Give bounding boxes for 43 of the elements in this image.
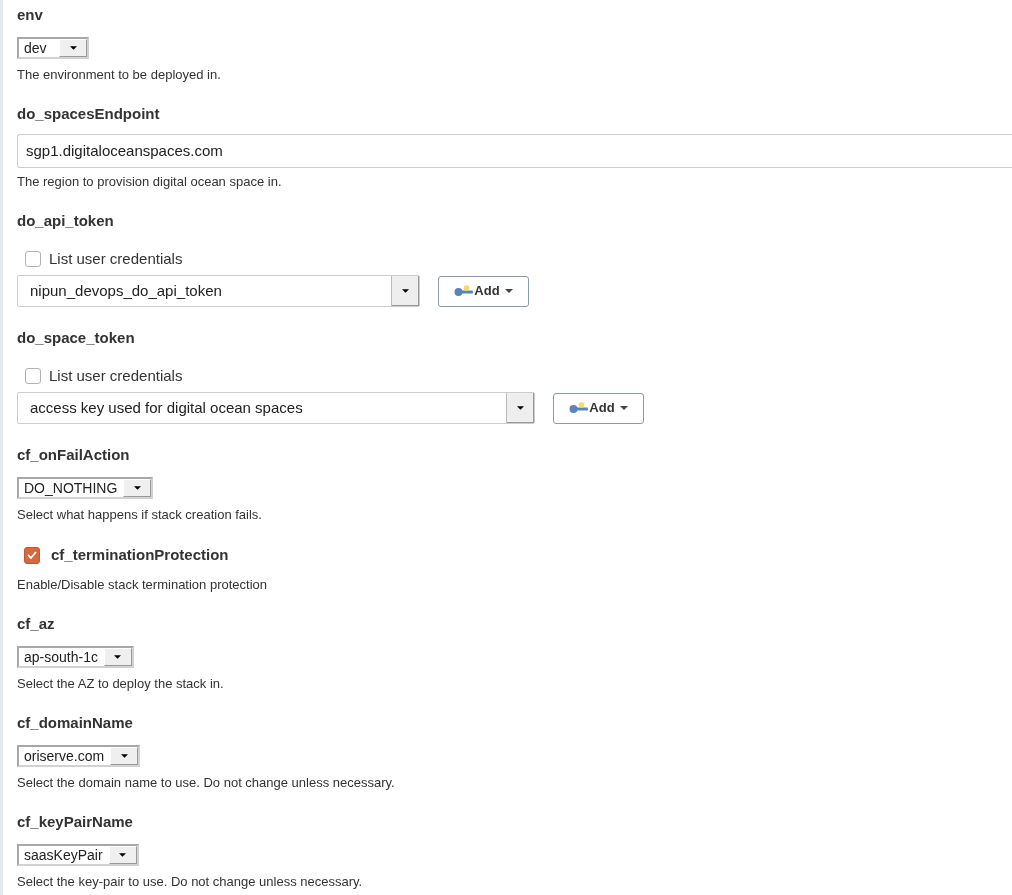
field-description: Select what happens if stack creation fails.	[17, 507, 262, 523]
text-input[interactable]: sgp1.digitaloceanspaces.com	[17, 134, 1012, 168]
field-label: cf_az	[17, 615, 55, 633]
caret-icon	[402, 289, 409, 293]
field-description: Select the key-pair to use. Do not change unless necessary.	[17, 874, 363, 890]
select-dropdown[interactable]: nipun_devops_do_api_token	[17, 275, 420, 307]
field-label: cf_keyPairName	[17, 813, 133, 831]
field-description: The environment to be deployed in.	[17, 67, 221, 83]
field-label: do_api_token	[17, 212, 114, 230]
field-label: cf_domainName	[17, 714, 133, 732]
select-dropdown[interactable]: access key used for digital ocean spaces	[17, 392, 535, 424]
checkbox-label: List user credentials	[49, 367, 183, 384]
select-dropdown[interactable]: ap-south-1c	[17, 646, 134, 668]
select-dropdown[interactable]: DO_NOTHING	[17, 477, 154, 499]
checkbox-label: List user credentials	[49, 250, 183, 267]
caret-icon	[114, 655, 122, 659]
field-description: Select the domain name to use. Do not change unless necessary.	[17, 775, 395, 791]
select-dropdown[interactable]: dev	[17, 37, 89, 59]
checkbox[interactable]	[25, 250, 41, 267]
select-dropdown[interactable]: oriserve.com	[17, 745, 141, 767]
add-button[interactable]: Add	[438, 275, 529, 307]
key-icon	[569, 402, 589, 414]
add-button[interactable]: Add	[553, 392, 644, 424]
field-description: Select the AZ to deploy the stack in.	[17, 676, 224, 692]
caret-icon	[120, 754, 128, 758]
field-description: The region to provision digital ocean space in.	[17, 174, 282, 190]
caret-icon	[69, 46, 77, 50]
key-icon	[454, 285, 474, 297]
field-label: do_spacesEndpoint	[17, 105, 160, 123]
field-label: cf_onFailAction	[17, 446, 130, 464]
caret-icon	[517, 406, 524, 410]
caret-icon	[619, 406, 628, 410]
checkbox[interactable]	[25, 367, 41, 384]
field-label: do_space_token	[17, 329, 135, 347]
field-label: cf_terminationProtection	[51, 546, 229, 564]
select-dropdown[interactable]: saasKeyPair	[17, 844, 139, 866]
caret-icon	[119, 853, 127, 857]
checkbox[interactable]	[24, 546, 40, 564]
field-description: Enable/Disable stack termination protection	[17, 577, 268, 593]
check-icon	[27, 551, 37, 559]
caret-icon	[504, 289, 513, 293]
field-label: env	[17, 6, 43, 24]
caret-icon	[133, 486, 141, 490]
